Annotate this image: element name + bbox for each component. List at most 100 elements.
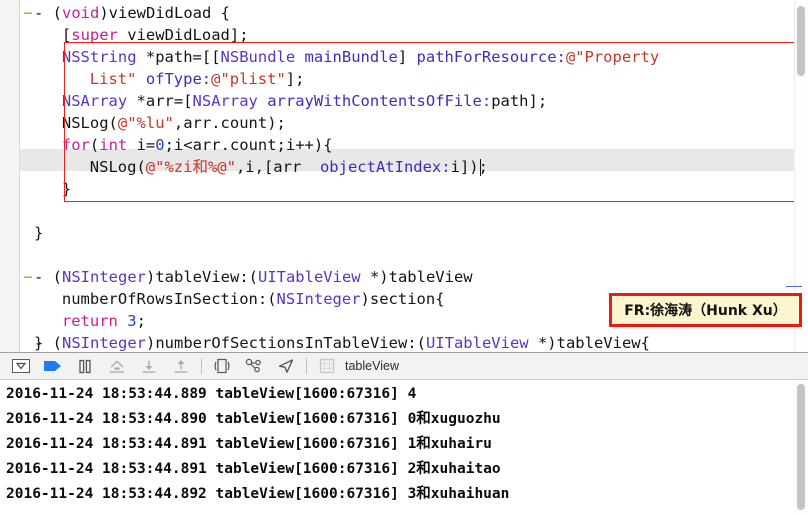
code-token: ofType: — [145, 70, 212, 88]
code-token: ;i<arr.count;i++){ — [164, 136, 333, 154]
code-token: NSInteger — [62, 268, 146, 286]
code-token: super — [71, 26, 118, 44]
code-line[interactable]: NSArray *arr=[NSArray arrayWithContentsO… — [62, 90, 547, 112]
code-token: List" — [89, 70, 137, 88]
debug-view-hierarchy-button[interactable] — [241, 353, 267, 379]
code-token: ] — [397, 48, 417, 66]
code-token: NSLog( — [89, 158, 146, 176]
code-token: mainBundle — [304, 48, 398, 66]
simulate-location-button[interactable] — [273, 353, 299, 379]
code-line[interactable]: - (void)viewDidLoad { — [34, 2, 230, 24]
stack-frame-icon — [314, 353, 340, 379]
xcode-window: − - (void)viewDidLoad {[super viewDidLoad… — [0, 0, 808, 515]
code-token: [ — [61, 26, 72, 44]
code-token: - ( — [34, 334, 62, 352]
code-token: )tableView:( — [146, 268, 258, 286]
code-token: *)tableView{ — [528, 334, 650, 352]
console-log-line: 2016-11-24 18:53:44.892 tableView[1600:6… — [6, 486, 510, 502]
code-line[interactable]: for(int i=0;i<arr.count;i++){ — [62, 134, 333, 156]
code-line[interactable]: NSLog(@"%lu",arr.count); — [62, 112, 286, 134]
code-token: )viewDidLoad { — [99, 4, 230, 22]
toolbar-divider-1 — [201, 358, 202, 374]
code-token: @"Property — [565, 48, 660, 66]
step-into-button[interactable] — [136, 353, 162, 379]
code-token: *path=[[ — [136, 48, 221, 66]
code-token: UITableView — [425, 334, 529, 352]
code-token: NSInteger — [276, 290, 361, 308]
code-token: numberOfRowsInSection: — [61, 290, 268, 308]
code-token: i]); — [450, 158, 488, 176]
code-line[interactable]: numberOfRowsInSection:(NSInteger)section… — [62, 288, 445, 310]
code-token: 3 — [127, 312, 137, 330]
text-caret — [480, 159, 482, 176]
show-hide-navigator-button[interactable] — [8, 353, 34, 379]
code-token: @"%zi和%@" — [145, 158, 236, 176]
code-token: NSBundle — [220, 48, 296, 66]
code-token: *)tableView — [360, 268, 473, 286]
debug-toolbar[interactable]: tableView — [0, 352, 808, 380]
console-scrollbar[interactable] — [794, 380, 808, 515]
code-token: } — [34, 224, 44, 242]
pause-button[interactable] — [72, 353, 98, 379]
code-line[interactable]: [super viewDidLoad]; — [62, 24, 249, 46]
toolbar-divider-2 — [306, 358, 307, 374]
code-line[interactable]: NSLog(@"%zi和%@",i,[arr objectAtIndex:i])… — [90, 156, 488, 178]
code-token: path]; — [491, 92, 548, 110]
code-line[interactable]: } — [62, 178, 71, 200]
code-token: for — [61, 136, 90, 154]
debug-scope-label[interactable]: tableView — [345, 359, 399, 373]
code-token: objectAtIndex: — [319, 158, 451, 176]
code-token: i= — [127, 136, 156, 154]
code-line[interactable]: return 3; — [62, 310, 146, 332]
step-out-button[interactable] — [168, 353, 194, 379]
code-token: ]; — [285, 70, 305, 88]
step-over-button[interactable] — [104, 353, 130, 379]
code-token: ,i,[arr — [235, 158, 320, 176]
code-fold-marker[interactable]: − — [22, 2, 34, 24]
code-token: )numberOfSectionsInTableView:( — [146, 334, 426, 352]
code-token: ( — [267, 290, 277, 308]
code-token: - ( — [34, 4, 62, 22]
code-token: NSArray — [192, 92, 258, 110]
code-token: ( — [89, 136, 100, 154]
clipped-code-line: - (NSInteger)numberOfSectionsInTableView… — [34, 332, 650, 352]
code-token: } — [61, 180, 72, 198]
console-log-line: 2016-11-24 18:53:44.890 tableView[1600:6… — [6, 411, 501, 427]
code-line[interactable]: } — [34, 222, 43, 244]
editor-marker-line — [786, 286, 802, 287]
code-token: 0 — [155, 136, 165, 154]
code-token: void — [62, 4, 100, 22]
console-log-line: 2016-11-24 18:53:44.889 tableView[1600:6… — [6, 386, 417, 402]
code-token: viewDidLoad]; — [117, 26, 249, 44]
code-token: ; — [136, 312, 146, 330]
author-callout-box: FR:徐海涛（Hunk Xu） — [609, 293, 802, 327]
code-fold-marker[interactable]: − — [22, 266, 34, 288]
console-output-pane[interactable]: 2016-11-24 18:53:44.889 tableView[1600:6… — [0, 380, 808, 515]
console-log-line: 2016-11-24 18:53:44.891 tableView[1600:6… — [6, 461, 501, 477]
code-token: )section{ — [360, 290, 445, 308]
code-token: UITableView — [257, 268, 361, 286]
editor-scrollbar-thumb[interactable] — [797, 6, 805, 76]
code-token: pathForResource: — [416, 48, 566, 66]
console-scrollbar-thumb[interactable] — [797, 384, 805, 510]
code-token: int — [99, 136, 128, 154]
author-callout-text: FR:徐海涛（Hunk Xu） — [624, 303, 787, 319]
code-token: return — [61, 312, 118, 330]
code-line[interactable]: NSString *path=[[NSBundle mainBundle] pa… — [62, 46, 659, 68]
code-line[interactable]: List" ofType:@"plist"]; — [90, 68, 305, 90]
continue-execution-button[interactable] — [40, 353, 66, 379]
code-line[interactable]: - (NSInteger)tableView:(UITableView *)ta… — [34, 266, 473, 288]
code-token: *arr=[ — [127, 92, 193, 110]
console-log-list: 2016-11-24 18:53:44.889 tableView[1600:6… — [6, 382, 509, 507]
code-token: NSLog( — [61, 114, 118, 132]
console-log-line: 2016-11-24 18:53:44.891 tableView[1600:6… — [6, 436, 492, 452]
view-debugging-button[interactable] — [209, 353, 235, 379]
code-token: NSArray — [61, 92, 128, 110]
code-token: @"plist" — [211, 70, 286, 88]
code-token: arrayWithContentsOfFile: — [267, 92, 492, 110]
code-token: NSString — [61, 48, 137, 66]
